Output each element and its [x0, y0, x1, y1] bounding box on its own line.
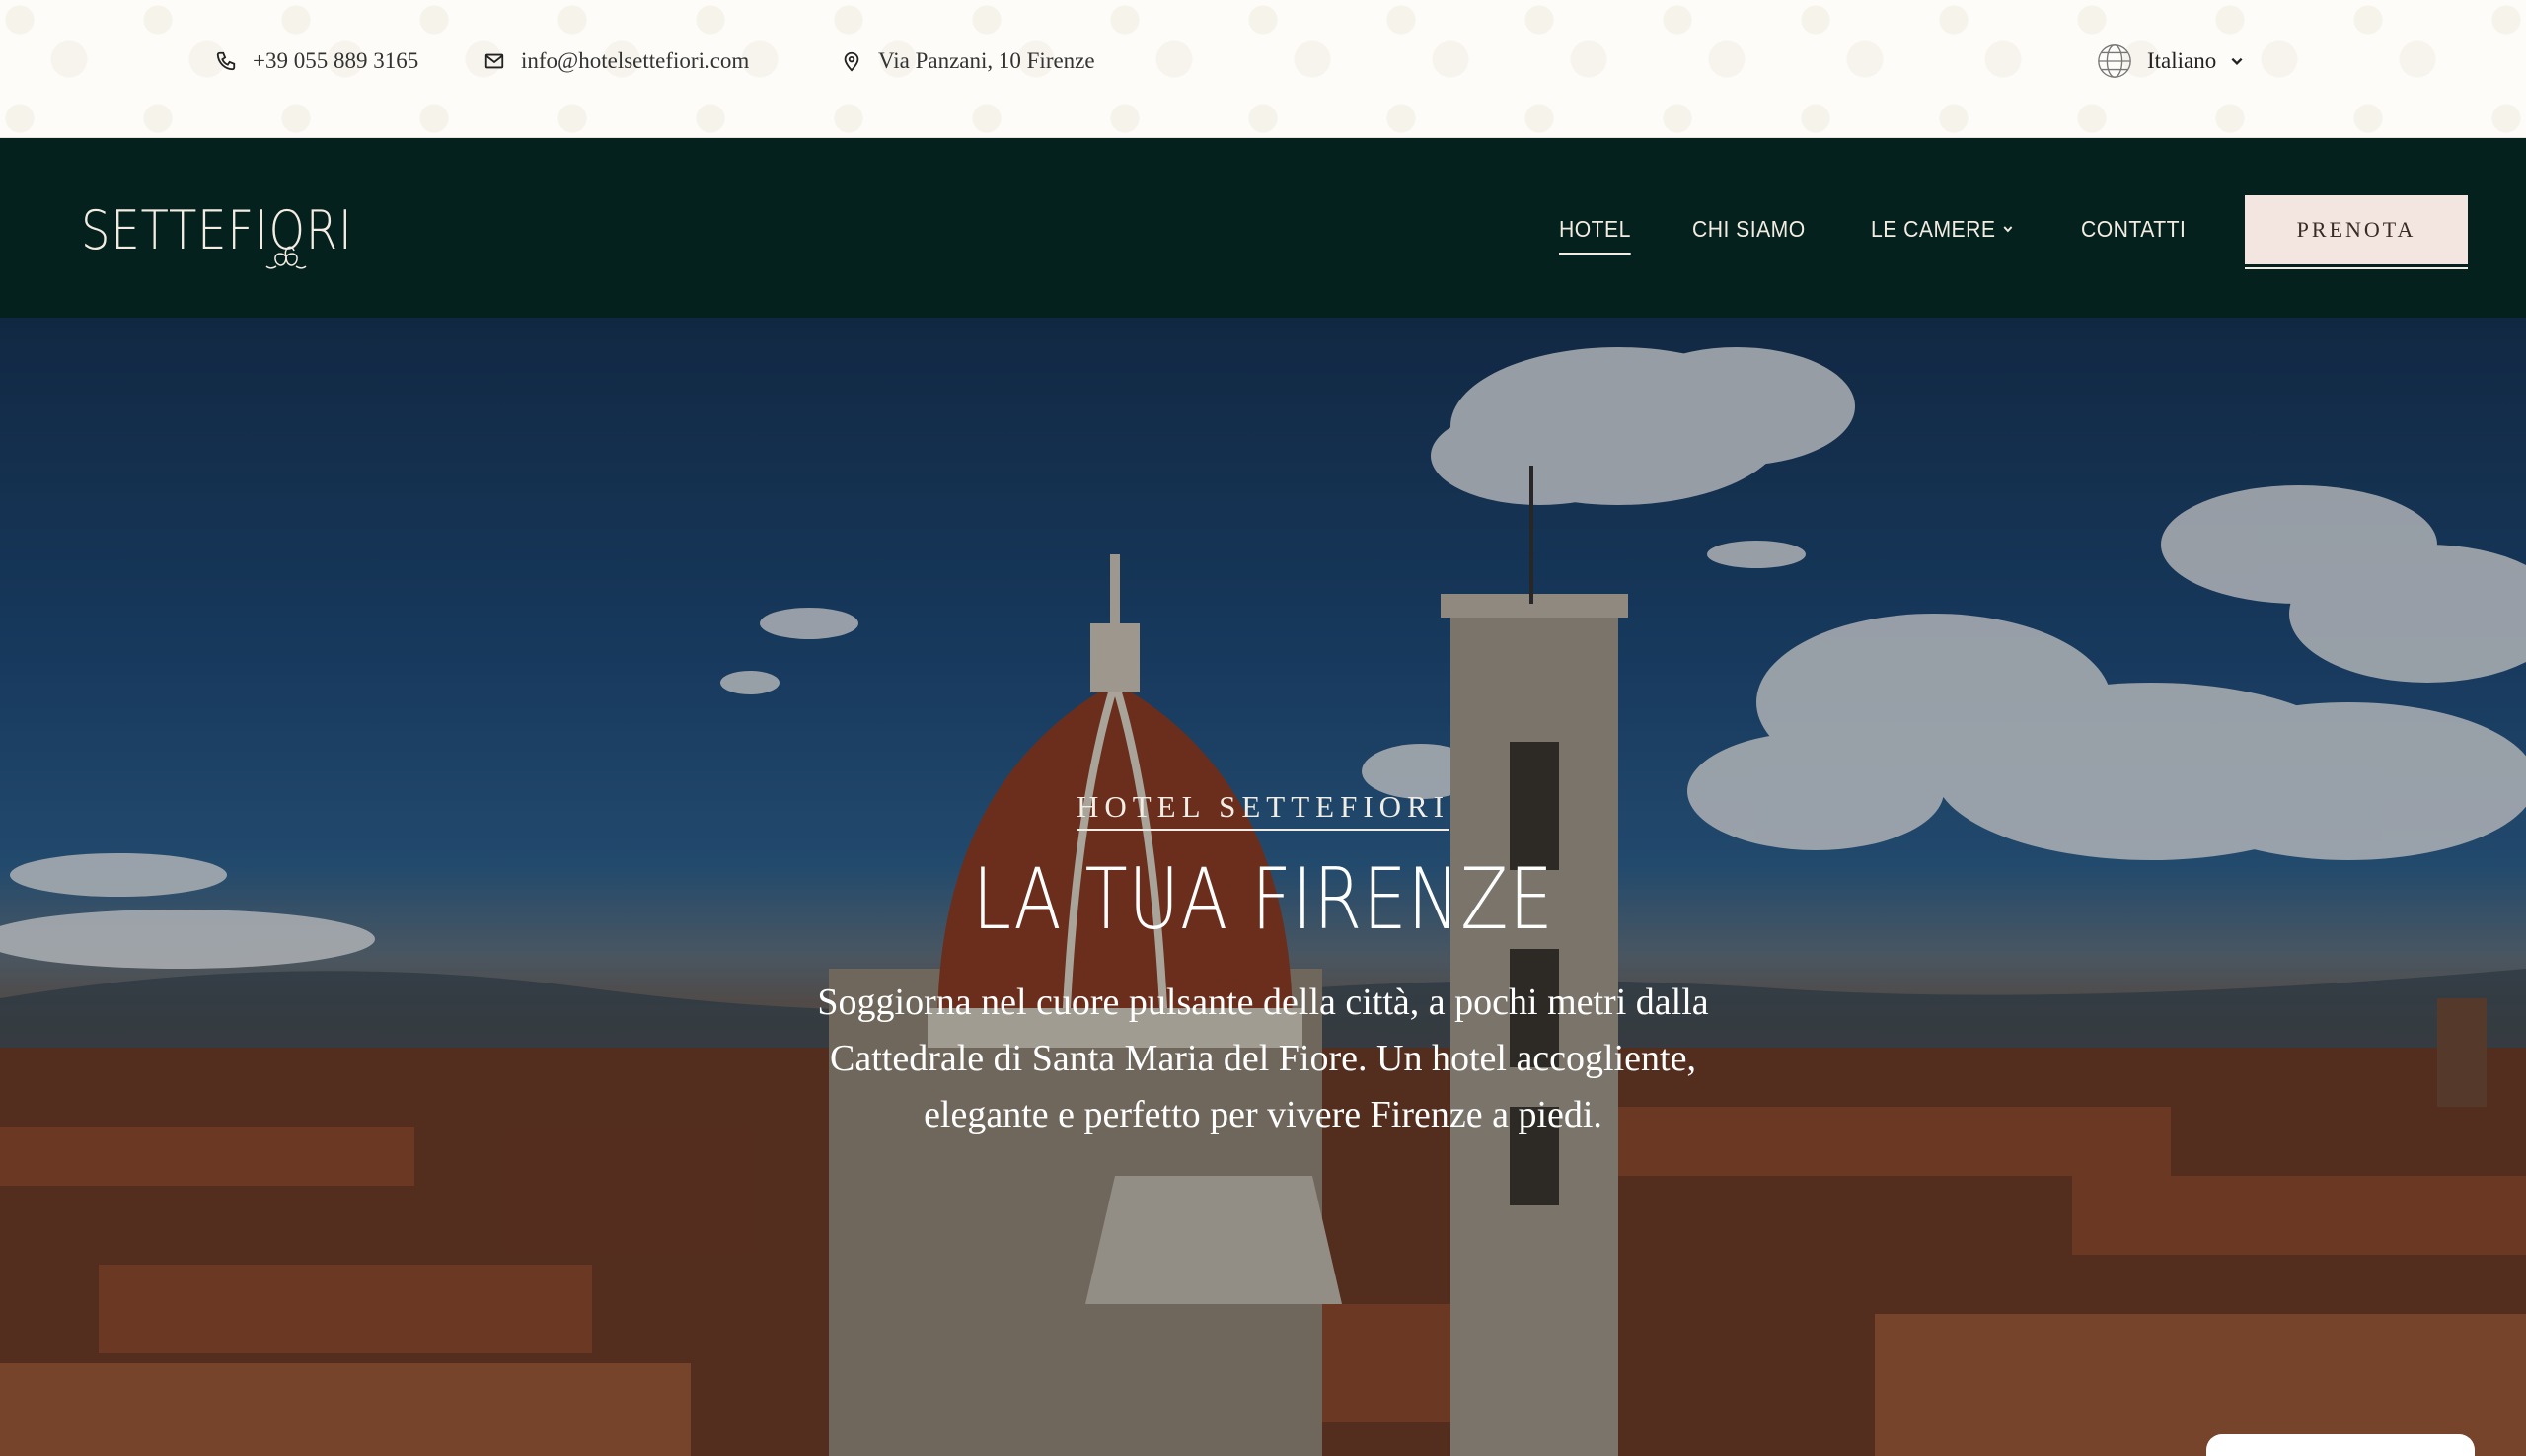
phone-contact[interactable]: +39 055 889 3165 — [215, 43, 418, 79]
email-contact[interactable]: info@hotelsettefiori.com — [483, 43, 749, 79]
main-menu: HOTEL CHI SIAMO LE CAMERE CONTATTI — [1559, 207, 2251, 255]
hero-eyebrow: HOTEL SETTEFIORI — [1076, 789, 1450, 831]
nav-contatti[interactable]: CONTATTI — [2081, 216, 2186, 243]
address-contact[interactable]: Via Panzani, 10 Firenze — [841, 43, 1095, 79]
chevron-down-icon — [2003, 226, 2013, 233]
site-logo[interactable]: SETTEFIORI — [81, 185, 377, 274]
nav-hotel-label: HOTEL — [1559, 215, 1631, 242]
address-text: Via Panzani, 10 Firenze — [878, 48, 1095, 73]
phone-icon — [216, 51, 236, 71]
nav-chi-siamo-label: CHI SIAMO — [1692, 215, 1806, 242]
flower-logo-icon — [265, 246, 307, 269]
hero-section: HOTEL SETTEFIORI LA TUA FIRENZE Soggiorn… — [0, 318, 2526, 1456]
chevron-down-icon — [2231, 57, 2243, 65]
hero-description: Soggiorna nel cuore pulsante della città… — [817, 982, 1709, 1135]
floating-widget[interactable] — [2206, 1434, 2475, 1456]
hero-content: HOTEL SETTEFIORI LA TUA FIRENZE Soggiorn… — [770, 789, 1756, 1143]
nav-le-camere-label: LE CAMERE — [1870, 215, 1996, 242]
top-info-bar: +39 055 889 3165 info@hotelsettefiori.co… — [0, 0, 2526, 138]
nav-chi-siamo[interactable]: CHI SIAMO — [1692, 216, 1806, 243]
nav-hotel[interactable]: HOTEL — [1559, 215, 1632, 255]
phone-number: +39 055 889 3165 — [253, 48, 419, 73]
language-selector[interactable]: Italiano — [2096, 39, 2244, 83]
main-navbar: SETTEFIORI HOTEL CHI SIAMO LE CAMERE CON… — [0, 138, 2526, 318]
language-label: Italiano — [2147, 48, 2217, 73]
book-now-button[interactable]: PRENOTA — [2245, 195, 2468, 264]
map-pin-icon — [844, 51, 859, 72]
nav-le-camere[interactable]: LE CAMERE — [1871, 216, 2014, 243]
email-address: info@hotelsettefiori.com — [521, 48, 750, 73]
book-button-underline — [2245, 267, 2468, 269]
globe-icon — [2098, 44, 2131, 78]
mail-icon — [484, 53, 504, 69]
hero-title: LA TUA FIRENZE — [972, 850, 1554, 949]
nav-contatti-label: CONTATTI — [2081, 215, 2187, 242]
